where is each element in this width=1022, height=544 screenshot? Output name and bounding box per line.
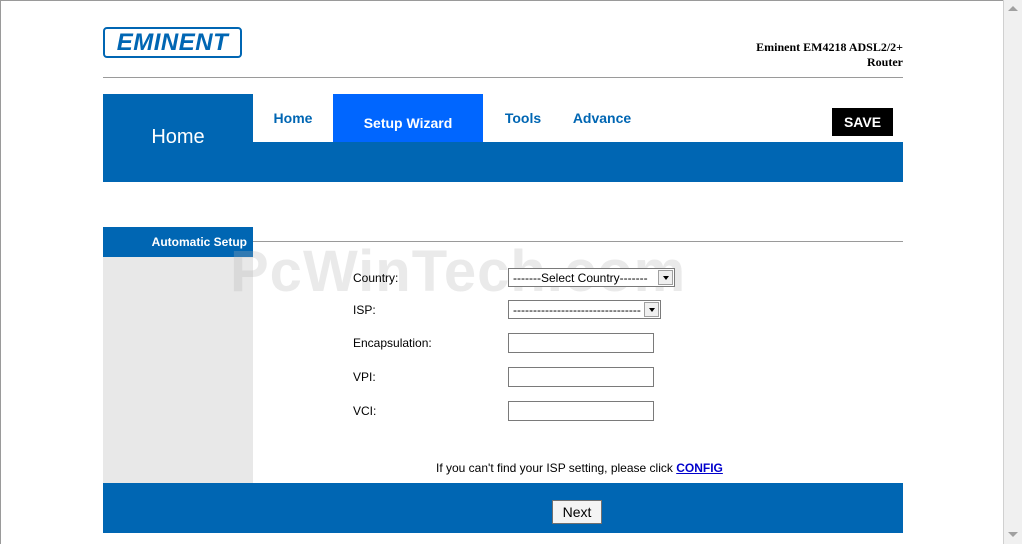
tab-setup-wizard[interactable]: Setup Wizard [333, 94, 483, 142]
eminent-logo: EMINENT [103, 27, 242, 58]
navigation-bar: Home Home Setup Wizard Tools Advance SAV… [103, 94, 903, 182]
sidebar-item-automatic-setup[interactable]: Automatic Setup [103, 227, 253, 257]
scroll-down-arrow-icon[interactable] [1008, 532, 1018, 537]
config-prompt: If you can't find your ISP setting, plea… [436, 461, 723, 475]
vpi-label: VPI: [353, 370, 376, 384]
vpi-field[interactable] [508, 367, 654, 387]
isp-label: ISP: [353, 303, 376, 317]
config-prompt-text: If you can't find your ISP setting, plea… [436, 461, 677, 475]
encapsulation-field[interactable] [508, 333, 654, 353]
encapsulation-label: Encapsulation: [353, 336, 432, 350]
config-link[interactable]: CONFIG [676, 461, 723, 475]
tab-home[interactable]: Home [263, 94, 323, 142]
section-title: Home [151, 125, 205, 148]
header-divider [103, 77, 903, 78]
vci-label: VCI: [353, 404, 377, 418]
country-select-value: -------Select Country------- [513, 270, 648, 285]
product-title-line-2: Router [867, 55, 903, 69]
isp-select[interactable]: -------------------------------- [508, 300, 661, 319]
section-title-panel: Home [103, 94, 253, 182]
content-divider [253, 241, 903, 242]
vertical-scrollbar[interactable] [1003, 0, 1022, 544]
tab-tools[interactable]: Tools [498, 94, 548, 142]
product-title-line-1: Eminent EM4218 ADSL2/2+ [756, 40, 903, 54]
logo-text: EMINENT [116, 28, 229, 56]
isp-select-value: -------------------------------- [513, 302, 641, 317]
vci-field[interactable] [508, 401, 654, 421]
chevron-down-icon[interactable] [658, 270, 673, 285]
next-button[interactable]: Next [552, 500, 602, 524]
save-button[interactable]: SAVE [832, 108, 893, 136]
country-select[interactable]: -------Select Country------- [508, 268, 675, 287]
chevron-down-icon[interactable] [644, 302, 659, 317]
product-title: Eminent EM4218 ADSL2/2+ Router [683, 40, 903, 70]
tab-advance[interactable]: Advance [566, 94, 638, 142]
country-label: Country: [353, 271, 399, 285]
nav-tabs: Home Setup Wizard Tools Advance [253, 94, 903, 142]
sidebar: Automatic Setup [103, 227, 253, 483]
footer-bar: Next [103, 483, 903, 533]
scroll-up-arrow-icon[interactable] [1008, 6, 1018, 11]
